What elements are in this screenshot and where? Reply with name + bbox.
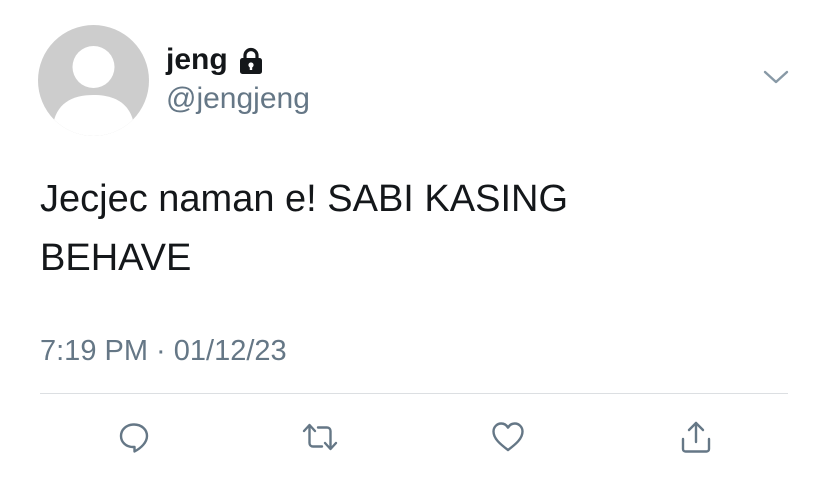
tweet-text: Jecjec naman e! SABI KASING BEHAVE <box>40 178 569 279</box>
retweet-button[interactable] <box>300 417 340 457</box>
tweet-timestamp[interactable]: 7:19 PM · 01/12/23 <box>40 333 287 369</box>
lock-icon <box>238 47 264 75</box>
author-name-row: jeng <box>166 40 264 80</box>
default-avatar-icon <box>52 46 135 136</box>
avatar[interactable] <box>38 25 149 136</box>
author-handle[interactable]: @jengjeng <box>166 81 310 117</box>
timestamp-separator: · <box>148 335 174 367</box>
share-button[interactable] <box>676 417 716 457</box>
comment-icon <box>119 423 149 453</box>
retweet-icon <box>302 423 338 451</box>
reply-button[interactable] <box>114 417 154 457</box>
display-name[interactable]: jeng <box>166 40 228 80</box>
heart-icon <box>492 422 524 452</box>
share-icon <box>681 421 711 453</box>
tweet-date: 01/12/23 <box>173 335 287 367</box>
tweet-time: 7:19 PM <box>40 335 148 367</box>
chevron-down-icon[interactable] <box>763 67 789 87</box>
divider <box>40 393 788 394</box>
like-button[interactable] <box>488 417 528 457</box>
